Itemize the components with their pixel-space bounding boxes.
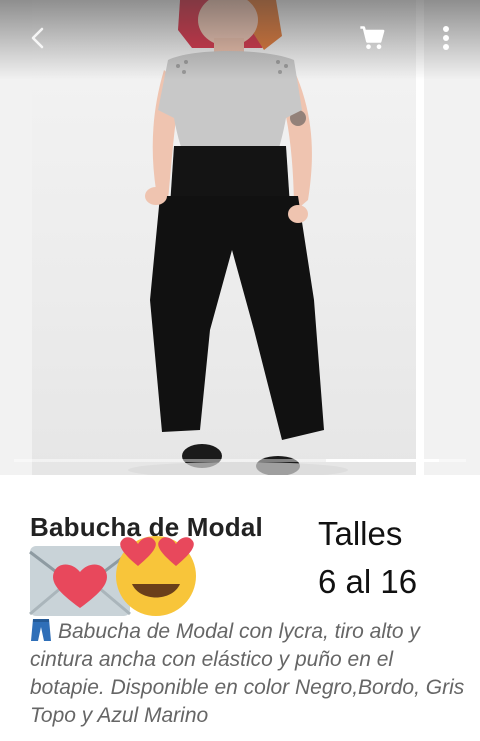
product-photo-gallery[interactable] xyxy=(0,0,480,475)
product-description: Babucha de Modal con lycra, tiro alto y … xyxy=(30,618,470,730)
shopping-cart-icon xyxy=(360,26,385,50)
overflow-menu-button[interactable] xyxy=(426,18,466,58)
sizes-label-line1: Talles xyxy=(318,515,403,552)
cart-button[interactable] xyxy=(352,18,392,58)
heart-eyes-face-icon xyxy=(116,536,196,616)
jeans-icon xyxy=(31,619,51,641)
more-vertical-icon xyxy=(443,26,449,50)
emoji-row xyxy=(28,536,218,618)
toolbar-scrim xyxy=(0,0,480,80)
product-detail-screen: Babucha de Modal Talles 6 al 16 Babucha … xyxy=(0,0,480,741)
gallery-progress-bar xyxy=(14,459,466,462)
arrow-left-icon xyxy=(31,27,44,49)
sizes-label-line2: 6 al 16 xyxy=(318,563,418,600)
back-button[interactable] xyxy=(18,18,58,58)
product-description-text: Babucha de Modal con lycra, tiro alto y … xyxy=(30,620,465,727)
love-letter-icon xyxy=(29,546,131,616)
sizes-label: Talles 6 al 16 xyxy=(318,510,417,606)
gallery-progress-fill xyxy=(325,459,439,462)
